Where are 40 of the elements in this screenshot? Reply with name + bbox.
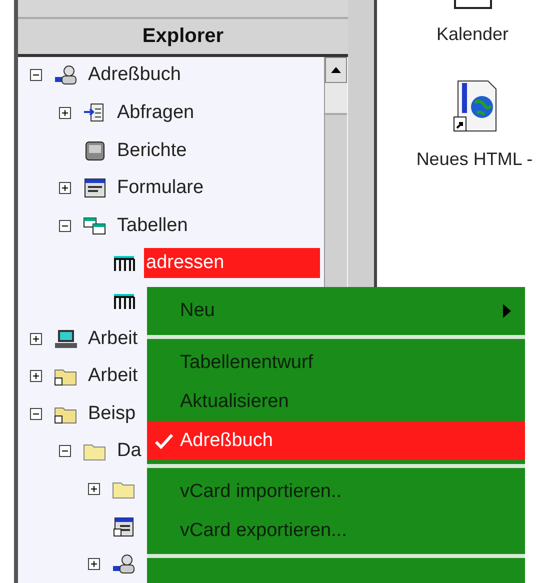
menu-item[interactable]: Adreßbuch [147, 421, 525, 460]
calendar-icon[interactable] [452, 0, 492, 10]
tree-item[interactable]: Beisp [86, 398, 138, 429]
tables-icon [83, 214, 107, 237]
tree-item[interactable]: Formulare [115, 173, 206, 204]
desktop-icon-label[interactable]: Neues HTML - [416, 149, 533, 170]
menu-item[interactable]: vCard importieren.. [147, 472, 525, 511]
address-book-icon [112, 553, 136, 576]
computer-icon [54, 328, 78, 350]
collapse-icon[interactable] [59, 220, 71, 232]
panel-title: Explorer [18, 18, 348, 57]
collapse-icon[interactable] [59, 445, 71, 458]
menu-item[interactable]: Tabellenentwurf [147, 343, 525, 382]
report-icon [83, 140, 107, 162]
tree-item[interactable]: Berichte [115, 136, 189, 166]
tree-item[interactable]: adressen [144, 248, 320, 278]
menu-item[interactable]: vCard exportieren... [147, 511, 525, 550]
desktop-icon-label[interactable]: Kalender [436, 24, 509, 45]
scroll-thumb[interactable] [325, 82, 347, 115]
scroll-up-button[interactable] [325, 56, 347, 83]
tree-item[interactable]: Da [115, 436, 144, 466]
expand-icon[interactable] [59, 107, 71, 120]
form-icon [112, 516, 136, 538]
form-icon [83, 177, 107, 200]
collapse-icon[interactable] [30, 408, 42, 420]
collapse-icon[interactable] [30, 69, 42, 82]
tree-item[interactable]: Arbeit [86, 361, 140, 392]
expand-icon[interactable] [88, 483, 100, 496]
address-book-icon [54, 64, 78, 86]
expand-icon[interactable] [88, 558, 100, 570]
menu-item[interactable]: Neu [147, 291, 525, 331]
tree-item[interactable]: Tabellen [115, 210, 190, 241]
scroll-up-arrow-icon [331, 66, 341, 73]
tree-item[interactable]: Adreßbuch [86, 60, 183, 90]
menu-item[interactable]: Aktualisieren [147, 382, 525, 421]
expand-icon[interactable] [59, 182, 71, 194]
tree-item[interactable]: Abfragen [115, 98, 196, 128]
tree-item[interactable]: Arbeit [86, 324, 140, 354]
expand-icon[interactable] [30, 370, 42, 382]
expand-icon[interactable] [30, 332, 42, 345]
